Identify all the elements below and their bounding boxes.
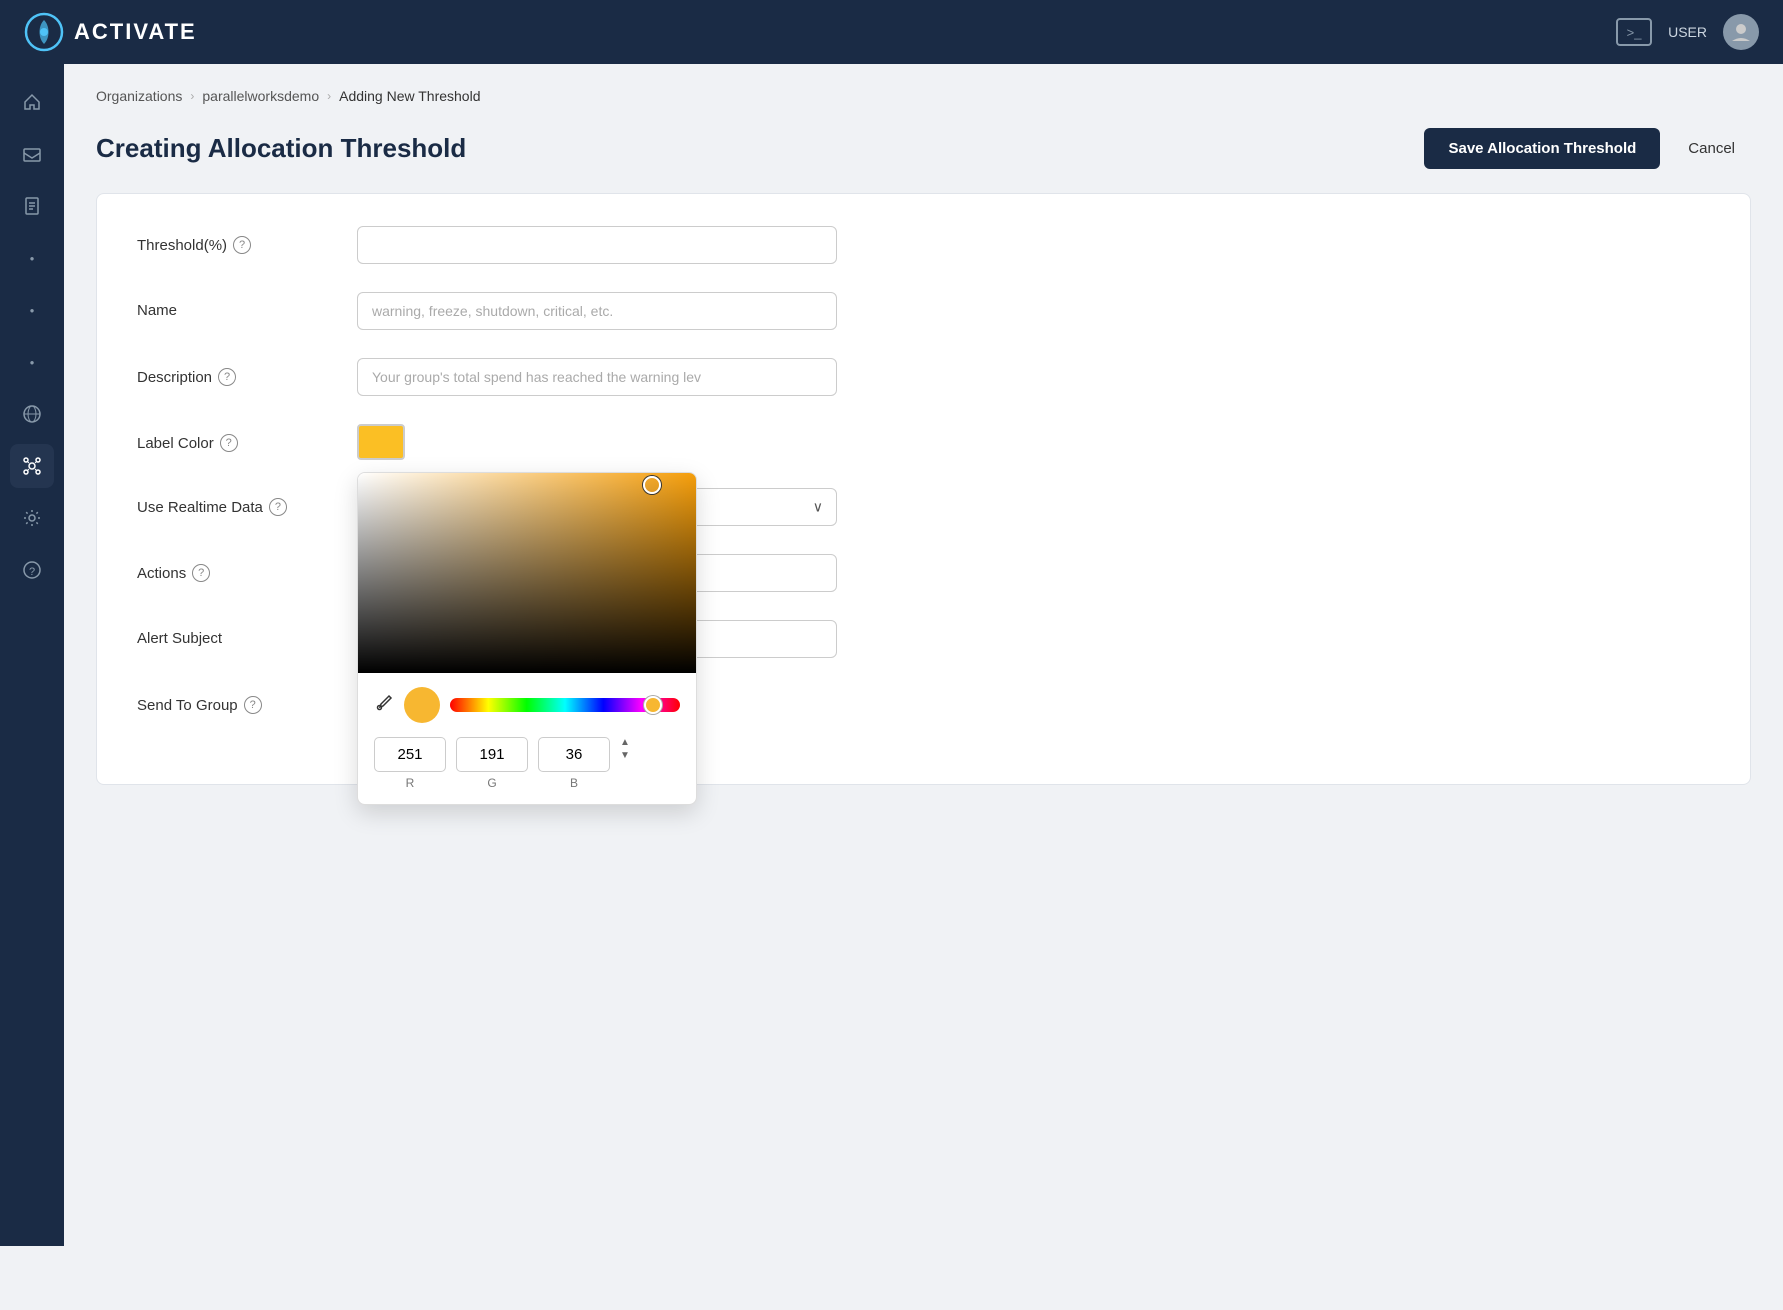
color-preview-circle xyxy=(404,687,440,723)
threshold-help-icon[interactable]: ? xyxy=(233,236,251,254)
sidebar-item-home[interactable] xyxy=(10,80,54,124)
name-control xyxy=(357,292,837,330)
save-allocation-threshold-button[interactable]: Save Allocation Threshold xyxy=(1424,128,1660,169)
sidebar-item-dot2[interactable]: ● xyxy=(10,288,54,332)
color-swatch[interactable] xyxy=(357,424,405,460)
b-field-wrap: B xyxy=(538,737,610,790)
name-label: Name xyxy=(137,292,357,319)
g-input[interactable] xyxy=(456,737,528,772)
form-card: Threshold(%) ? Name Description ? xyxy=(96,193,1751,785)
sidebar-item-help[interactable]: ? xyxy=(10,548,54,592)
name-input[interactable] xyxy=(357,292,837,330)
actions-label: Actions ? xyxy=(137,554,357,582)
threshold-row: Threshold(%) ? xyxy=(137,226,1710,264)
sidebar-item-dot1[interactable]: ● xyxy=(10,236,54,280)
b-input[interactable] xyxy=(538,737,610,772)
color-picker-controls xyxy=(374,687,680,723)
app-name: ACTIVATE xyxy=(74,19,197,45)
send-to-group-label: Send To Group ? xyxy=(137,686,357,714)
g-label: G xyxy=(487,776,496,790)
avatar xyxy=(1723,14,1759,50)
svg-text:?: ? xyxy=(29,566,35,578)
breadcrumb-sep-2: › xyxy=(327,89,331,103)
rgb-mode-toggle[interactable]: ▲ ▼ xyxy=(620,737,630,790)
breadcrumb-org-name[interactable]: parallelworksdemo xyxy=(202,88,319,104)
breadcrumb-sep-1: › xyxy=(190,89,194,103)
alert-subject-label: Alert Subject xyxy=(137,620,357,647)
sidebar-item-globe[interactable] xyxy=(10,392,54,436)
mode-arrow-down: ▼ xyxy=(620,750,630,761)
mode-arrow-up: ▲ xyxy=(620,737,630,748)
description-input[interactable] xyxy=(357,358,837,396)
rgb-inputs: R G B xyxy=(374,737,680,790)
color-picker-bottom: R G B xyxy=(358,673,696,804)
user-label: USER xyxy=(1668,24,1707,40)
threshold-label: Threshold(%) ? xyxy=(137,226,357,254)
threshold-control xyxy=(357,226,837,264)
threshold-input[interactable] xyxy=(357,226,837,264)
color-swatch-row: R G B xyxy=(357,424,837,460)
main-content: Organizations › parallelworksdemo › Addi… xyxy=(64,64,1783,1246)
eyedropper-button[interactable] xyxy=(374,693,394,718)
label-color-control: R G B xyxy=(357,424,837,460)
color-picker-popup: R G B xyxy=(357,472,697,805)
send-to-group-help-icon[interactable]: ? xyxy=(244,696,262,714)
sidebar-item-settings[interactable] xyxy=(10,496,54,540)
sidebar-item-inbox[interactable] xyxy=(10,132,54,176)
r-label: R xyxy=(406,776,415,790)
label-color-label: Label Color ? xyxy=(137,424,357,452)
description-label: Description ? xyxy=(137,358,357,386)
name-row: Name xyxy=(137,292,1710,330)
logo: ACTIVATE xyxy=(24,12,197,52)
navbar: ACTIVATE >_ USER xyxy=(0,0,1783,64)
header-actions: Save Allocation Threshold Cancel xyxy=(1424,128,1751,169)
realtime-label: Use Realtime Data ? xyxy=(137,488,357,516)
realtime-help-icon[interactable]: ? xyxy=(269,498,287,516)
sidebar-item-network[interactable] xyxy=(10,444,54,488)
actions-help-icon[interactable]: ? xyxy=(192,564,210,582)
r-field-wrap: R xyxy=(374,737,446,790)
breadcrumb-current: Adding New Threshold xyxy=(339,88,480,104)
description-control xyxy=(357,358,837,396)
cancel-button[interactable]: Cancel xyxy=(1672,128,1751,169)
b-label: B xyxy=(570,776,578,790)
sidebar: ● ● ● ? xyxy=(0,64,64,1246)
color-picker-handle[interactable] xyxy=(643,476,661,494)
sidebar-item-docs[interactable] xyxy=(10,184,54,228)
page-header: Creating Allocation Threshold Save Alloc… xyxy=(96,128,1751,169)
hue-thumb xyxy=(644,696,662,714)
breadcrumb-organizations[interactable]: Organizations xyxy=(96,88,182,104)
terminal-icon[interactable]: >_ xyxy=(1616,18,1652,46)
logo-icon xyxy=(24,12,64,52)
page-title: Creating Allocation Threshold xyxy=(96,133,466,164)
breadcrumb: Organizations › parallelworksdemo › Addi… xyxy=(96,88,1751,104)
label-color-row: Label Color ? xyxy=(137,424,1710,460)
label-color-help-icon[interactable]: ? xyxy=(220,434,238,452)
g-field-wrap: G xyxy=(456,737,528,790)
description-help-icon[interactable]: ? xyxy=(218,368,236,386)
sidebar-item-dot3[interactable]: ● xyxy=(10,340,54,384)
hue-slider[interactable] xyxy=(450,698,680,712)
hue-slider-wrap[interactable] xyxy=(450,698,680,712)
navbar-right: >_ USER xyxy=(1616,14,1759,50)
description-row: Description ? xyxy=(137,358,1710,396)
color-gradient-area[interactable] xyxy=(358,473,696,673)
r-input[interactable] xyxy=(374,737,446,772)
